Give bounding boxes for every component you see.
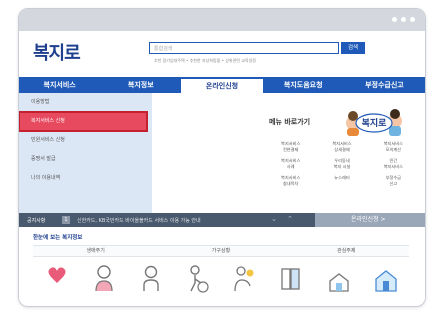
quick-menu-line: 복지서비스 [281,175,301,180]
quick-menu-line: 전현결제 [282,146,299,152]
document-icon[interactable] [277,261,307,295]
submenu-item-history[interactable]: 나의 이용내역 [19,169,152,188]
notice-counter: 1 [62,216,70,224]
submenu-item-welfare-apply[interactable]: 복지서비스 신청 [19,111,148,132]
nav-item-help-request[interactable]: 복지도움요청 [263,77,344,93]
senior-icon[interactable] [183,261,213,295]
window-dot-icon[interactable] [392,17,397,22]
notice-bar: 공지사항 1 신한카드, KB국민카드 바이올볼카드 서비스 이용 가능 안내 … [19,213,425,227]
quick-menu-line: 참내목차 [282,180,299,186]
quick-menu-item[interactable]: 복지서비스 참내목차 [265,175,316,186]
quick-menu-item[interactable]: 복지서비스 모의계산 [368,141,419,152]
chevron-down-icon[interactable]: ⌄ [271,215,277,223]
quick-menu-item[interactable]: 복지서비스 상세결제 [316,141,367,152]
window-controls [392,17,415,22]
quick-menu-line: 뉴스레터 [334,175,350,180]
quick-menu-line: 복지서비스 [332,141,352,146]
quick-menu-line: 사례 [286,163,295,169]
browser-window: 복지로 통합검색 검색 추천 장기임대주택 • 추천한 자상희망을 • 상위관련… [18,8,426,307]
section-title: 한눈에 보는 복지정보 [33,235,83,241]
category-icons [33,261,409,295]
info-tabs: 생애주기 가구상황 관심주제 [33,245,409,257]
quick-menu-line: 민간 [389,158,398,163]
mascot-label: 복지로 [362,117,388,129]
site-header: 복지로 통합검색 검색 추천 장기임대주택 • 추천한 자상희망을 • 상위관련… [19,31,425,77]
notice-label: 공지사항 [27,218,46,224]
house-icon[interactable] [371,261,401,295]
child-icon[interactable] [136,261,166,295]
window-dot-icon[interactable] [401,17,406,22]
quick-menu-line: 상세결제 [334,146,350,152]
quick-menu-line: 복지서비스 [281,158,301,163]
main-nav: 복지서비스 복지정보 온라인신청 복지도움요청 부정수급신고 [19,77,425,93]
quick-menu-item[interactable]: 민간 복지서비스 [368,158,419,169]
nav-item-welfare-info[interactable]: 복지정보 [100,77,181,93]
tab-household[interactable]: 가구상황 [158,246,283,256]
mascot-icon: 복지로 [346,109,402,136]
quick-menu-line: 복지서비스 [281,141,301,146]
submenu-item-certificate[interactable]: 증명서 발급 [19,150,152,169]
quick-menu-line: 복지 시설 [333,163,351,169]
nav-item-online-apply[interactable]: 온라인신청 [181,77,263,93]
quick-menu-item[interactable]: 뉴스레터 [316,175,367,186]
search-input[interactable]: 통합검색 [149,42,339,54]
quick-menu-line: 부정수급 [385,175,402,180]
quick-menu-grid: 복지서비스 전현결제 복지서비스 상세결제 복지서비스 모의계산 복지서비스 사례 우리… [265,141,419,186]
quick-menu-line: 복지서비스 [383,141,403,146]
quick-menu-panel: 메뉴 바로가기 복지로 복지서비스 전현결제 복지서비스 상세결제 복지서비스 모의계… [259,97,423,209]
notice-text[interactable]: 신한카드, KB국민카드 바이올볼카드 서비스 이용 가능 안내 [77,217,201,224]
infant-icon[interactable] [89,261,119,295]
chevron-up-icon[interactable]: ⌃ [287,215,293,223]
mega-menu: 이용방법 복지서비스 신청 민원서비스 신청 증명서 발급 나의 이용내역 메뉴… [19,93,425,213]
search-hint: 추천 장기임대주택 • 추천한 자상희망을 • 상위관련 교육일정 [154,58,256,63]
quick-menu-item[interactable]: 복지서비스 사례 [265,158,316,169]
submenu-item-civil-apply[interactable]: 민원서비스 신청 [19,131,152,150]
quick-menu-item[interactable]: 우리동네 복지 시설 [316,158,367,169]
quick-menu-line: 모의계산 [385,146,402,152]
quick-menu-item[interactable]: 복지서비스 전현결제 [265,141,316,152]
welfare-info-section: 한눈에 보는 복지정보 생애주기 가구상황 관심주제 [19,227,425,306]
online-apply-button[interactable]: 온라인신청 > [315,213,425,227]
quick-menu-title: 메뉴 바로가기 [269,118,311,126]
nav-item-fraud-report[interactable]: 부정수급신고 [344,77,425,93]
search-placeholder: 통합검색 [154,46,173,52]
submenu-list: 이용방법 복지서비스 신청 민원서비스 신청 증명서 발급 나의 이용내역 [19,93,152,213]
quick-menu-line: 우리동네 [334,158,350,163]
site-logo[interactable]: 복지로 [33,39,81,65]
nav-item-welfare-service[interactable]: 복지서비스 [19,77,100,93]
search-button[interactable]: 검색 [341,42,365,54]
housing-icon[interactable] [324,261,354,295]
quick-menu-line: 복지서비스 [383,163,403,169]
pregnancy-icon[interactable] [42,261,72,295]
window-titlebar [19,9,425,31]
tab-life-cycle[interactable]: 생애주기 [33,246,158,256]
family-icon[interactable] [230,261,260,295]
submenu-item-usage[interactable]: 이용방법 [19,93,152,112]
quick-menu-item[interactable]: 부정수급 신고 [368,175,419,186]
logo-text: 복지로 [33,43,81,64]
window-dot-icon[interactable] [410,17,415,22]
quick-menu-line: 신고 [389,180,398,186]
tab-interest[interactable]: 관심주제 [284,246,409,256]
